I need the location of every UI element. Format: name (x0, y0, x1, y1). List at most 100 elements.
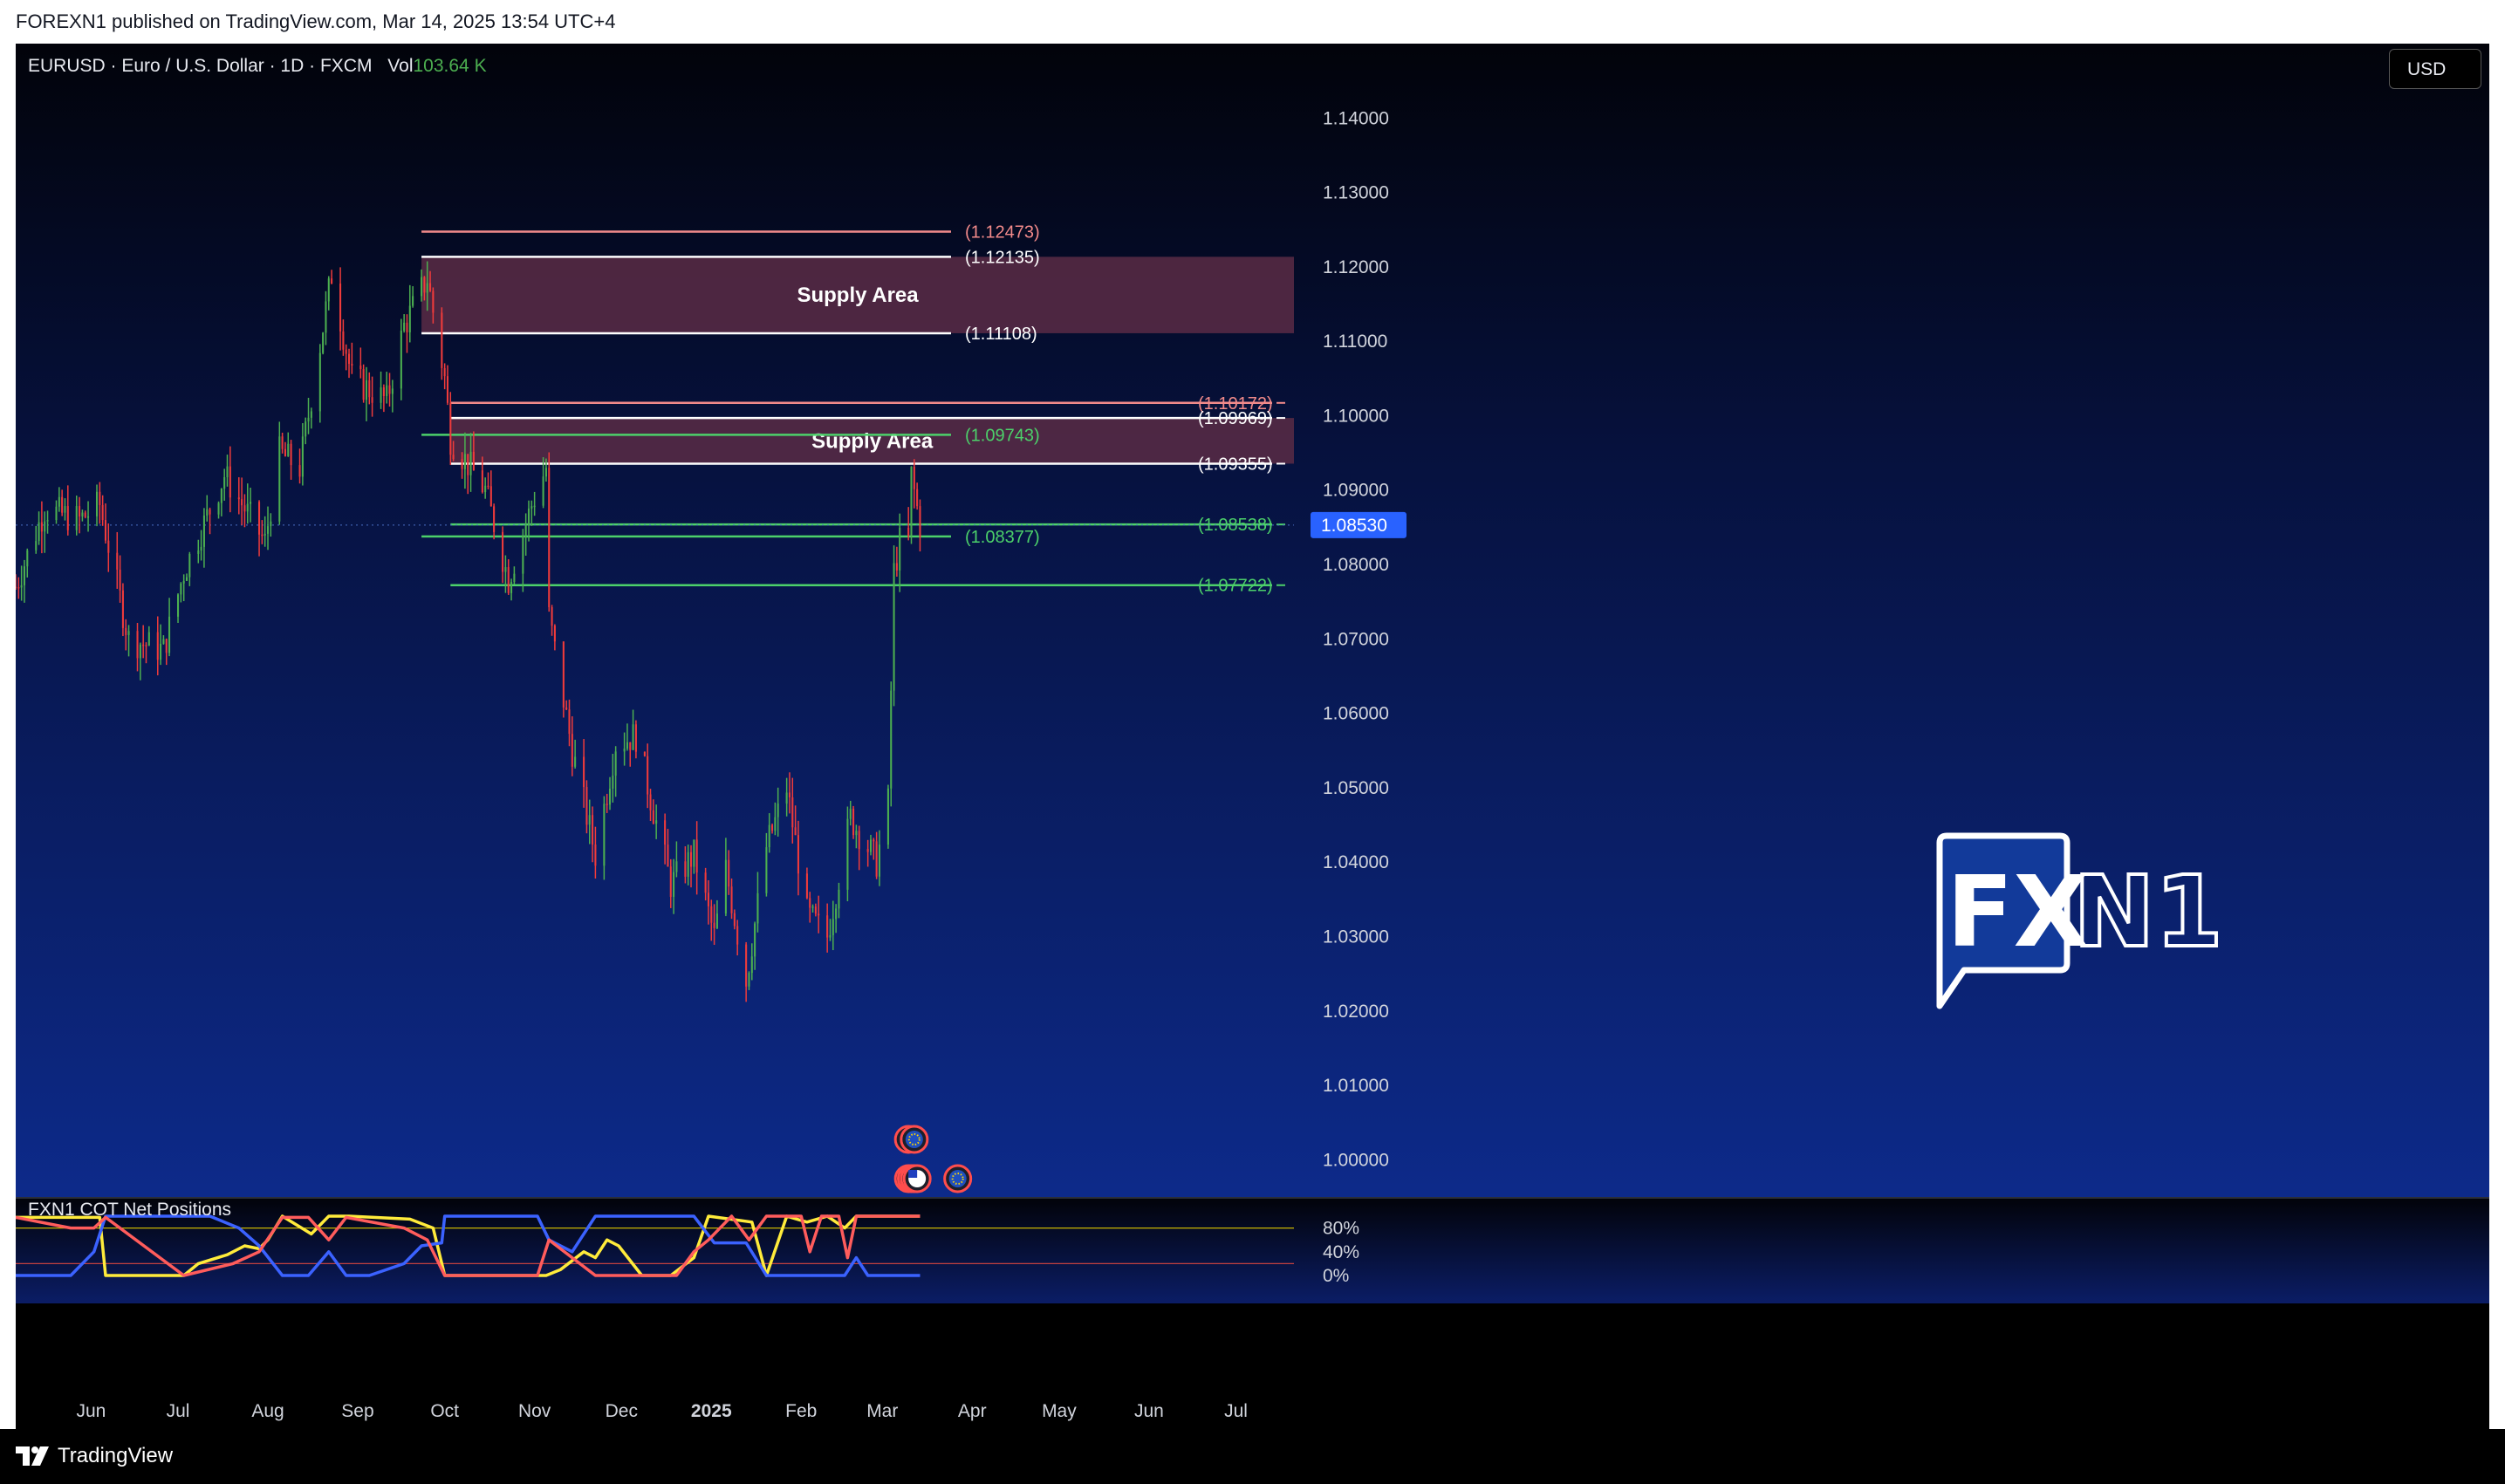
candle-body (606, 804, 608, 805)
fib-level-label: (1.09355) (1198, 455, 1273, 474)
candle-body (907, 527, 910, 537)
candle-body (771, 824, 774, 831)
candle-body (493, 506, 496, 532)
candle-body (684, 861, 687, 877)
candle-body (838, 889, 840, 909)
candle-body (206, 509, 209, 516)
candle-body (142, 644, 145, 646)
time-tick-label: Nov (518, 1401, 551, 1421)
symbol-header[interactable]: EURUSD · Euro / U.S. Dollar · 1D · FXCM … (28, 56, 487, 77)
symbol-interval[interactable]: 1D (280, 56, 304, 76)
fib-level-label: (1.09969) (1198, 409, 1273, 428)
candle-body (544, 468, 547, 477)
price-tick-label: 1.10000 (1323, 406, 1389, 426)
symbol-ticker[interactable]: EURUSD (28, 56, 106, 76)
time-tick-label: Apr (958, 1401, 987, 1421)
candle-body (565, 707, 568, 710)
candle-body (603, 804, 606, 866)
candle-body (858, 831, 860, 850)
candle-body (583, 756, 585, 788)
candle-body (305, 421, 307, 437)
candle-body (469, 451, 472, 475)
candle-body (243, 505, 246, 512)
candle-body (832, 919, 834, 935)
tradingview-logo[interactable]: TradingView (16, 1444, 173, 1468)
chart-frame[interactable]: Supply Area Supply Area (1.12473) (1.12135… (16, 44, 2489, 1429)
candle-body (185, 577, 188, 581)
candle-body (568, 709, 571, 735)
candle-body (168, 616, 171, 653)
candle-body (551, 606, 553, 626)
indicator-title: FXN1 COT Net Positions (28, 1200, 231, 1220)
candle-body (307, 417, 310, 422)
candle-body (878, 845, 880, 877)
candle-body (125, 627, 127, 635)
candle-body (40, 522, 43, 532)
candle-body (774, 817, 777, 831)
price-tick-label: 1.01000 (1323, 1076, 1389, 1096)
candle-body (664, 820, 667, 845)
candle-body (504, 567, 507, 572)
candle-body (829, 934, 832, 938)
candle-body (177, 594, 180, 617)
candle-body (432, 291, 435, 313)
us-flag-canton-icon (908, 1170, 918, 1178)
candle-body (64, 506, 66, 513)
candle-body (669, 866, 672, 897)
currency-button[interactable]: USD (2389, 49, 2481, 89)
candle-body (104, 520, 107, 541)
candle-body (507, 567, 510, 593)
candle-body (916, 489, 919, 507)
price-tick-label: 1.02000 (1323, 1002, 1389, 1022)
time-tick-label: Dec (606, 1401, 638, 1421)
candle-body (26, 550, 29, 567)
candle-body (165, 639, 168, 653)
candle-body (553, 626, 556, 642)
candle-body (139, 644, 141, 659)
candle-body (794, 827, 797, 836)
candle-body (649, 794, 652, 810)
candle-body (777, 804, 779, 817)
vol-value: 103.64 K (413, 56, 487, 76)
candle-body (693, 839, 695, 867)
candle-body (46, 520, 49, 522)
supply-zone-label: Supply Area (811, 429, 934, 453)
candle-body (522, 536, 524, 574)
candle-body (704, 872, 707, 893)
symbol-source: FXCM (319, 56, 373, 76)
candle-body (229, 466, 231, 498)
candle-body (408, 305, 411, 332)
candle-body (687, 851, 689, 877)
header-separator: · (110, 56, 122, 76)
candle-body (403, 322, 406, 331)
candle-body (223, 477, 226, 489)
candle-body (345, 349, 347, 354)
price-tick-label: 1.07000 (1323, 629, 1389, 649)
candle-body (695, 839, 698, 873)
candle-body (655, 820, 658, 824)
candle-body (87, 516, 90, 518)
fib-level-label: (1.07722) (1198, 577, 1273, 596)
candle-body (614, 751, 617, 776)
candle-body (284, 448, 286, 456)
candle-body (301, 436, 304, 477)
candle-body (237, 497, 240, 500)
candle-body (441, 312, 443, 368)
chart-canvas[interactable]: Supply Area Supply Area (1.12473) (1.12135… (16, 44, 2489, 1429)
candle-body (261, 534, 264, 537)
candle-body (339, 284, 342, 332)
candle-body (608, 789, 612, 805)
candle-body (58, 496, 60, 507)
candle-body (79, 506, 81, 516)
candle-body (745, 944, 748, 987)
candle-body (548, 468, 551, 607)
candle-body (869, 839, 873, 852)
candle-body (811, 906, 814, 908)
price-tick-label: 1.05000 (1323, 778, 1389, 798)
candle-body (322, 332, 325, 353)
candle-body (765, 847, 768, 893)
candle-body (510, 582, 513, 593)
candle-body (449, 402, 452, 455)
candle-body (342, 331, 345, 350)
candle-body (826, 915, 829, 938)
